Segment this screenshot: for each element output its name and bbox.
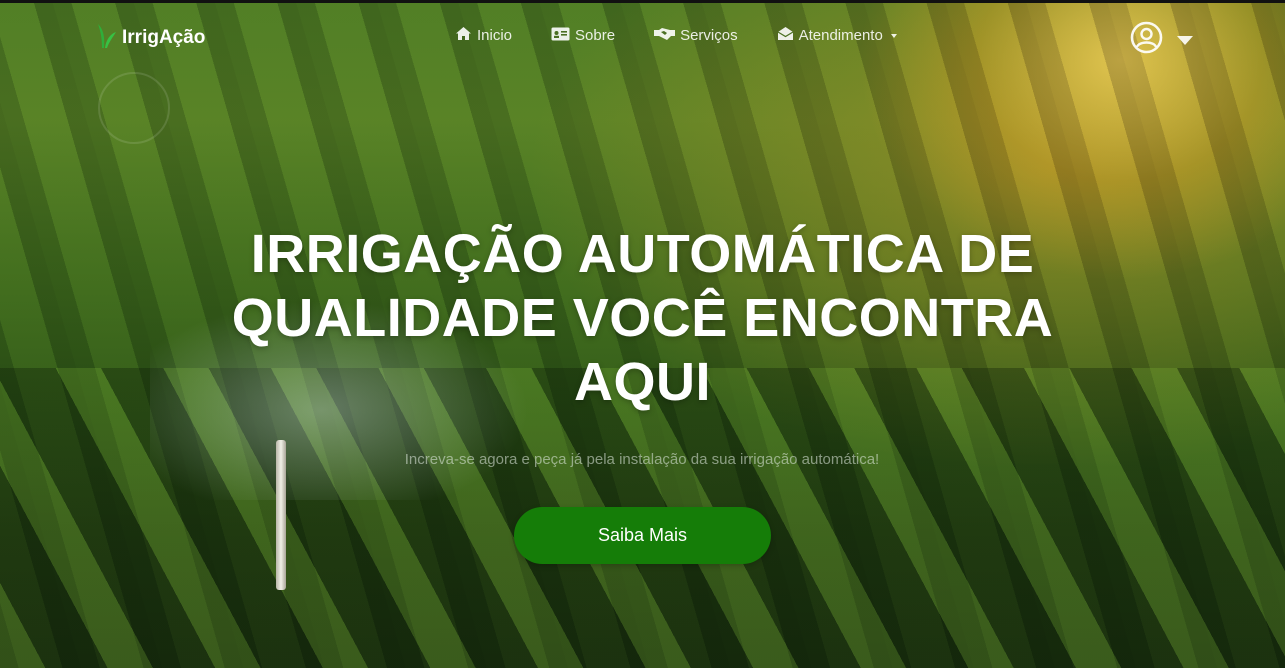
home-icon [455,26,472,45]
nav-item-atendimento[interactable]: Atendimento [777,26,897,45]
nav-menu: Inicio Sobre Serviços Atendimento [455,26,897,45]
hero-headline: IRRIGAÇÃO AUTOMÁTICA DE QUALIDADE VOCÊ E… [180,222,1105,414]
brand-name: IrrigAção [122,26,206,48]
leaf-icon [96,20,118,55]
headline-line-1: IRRIGAÇÃO AUTOMÁTICA DE [250,224,1035,285]
handshake-icon [654,27,676,45]
navbar: IrrigAção Inicio Sobre Serviços Atendime… [0,0,1285,72]
hero-subtitle: Increva-se agora e peça já pela instalaç… [404,451,880,468]
nav-label-sobre: Sobre [575,27,616,44]
caret-down-icon [1177,35,1193,45]
nav-label-servicos: Serviços [680,27,738,44]
saiba-mais-button[interactable]: Saiba Mais [514,507,771,564]
chevron-down-icon [890,33,897,38]
brand-link[interactable]: IrrigAção [96,20,205,55]
id-card-icon [551,27,570,45]
envelope-open-icon [777,26,794,45]
nav-item-sobre[interactable]: Sobre [551,26,615,45]
nav-item-servicos[interactable]: Serviços [654,26,738,45]
faded-logo-watermark [98,72,170,144]
headline-line-2: QUALIDADE VOCÊ ENCONTRA [231,288,1054,349]
headline-line-3: AQUI [574,352,711,413]
nav-label-inicio: Inicio [477,27,513,44]
nav-item-inicio[interactable]: Inicio [455,26,512,45]
nav-label-atendimento: Atendimento [798,27,883,44]
user-menu-toggle[interactable] [1130,21,1193,59]
user-circle-icon [1130,21,1163,59]
hero-section: IrrigAção Inicio Sobre Serviços Atendime… [0,0,1285,668]
